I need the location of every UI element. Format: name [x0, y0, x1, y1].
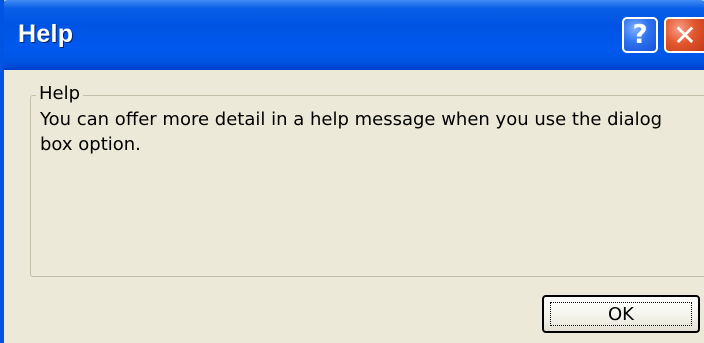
close-button[interactable]: ✕	[664, 17, 704, 53]
help-message: You can offer more detail in a help mess…	[40, 109, 663, 155]
group-box-label: Help	[36, 83, 84, 104]
close-icon: ✕	[673, 18, 697, 52]
title-bar[interactable]: Help ? ✕	[4, 0, 704, 70]
ok-button[interactable]: OK	[542, 295, 700, 333]
ok-button-label: OK	[608, 303, 634, 325]
dialog-title: Help	[18, 20, 74, 48]
help-dialog: Help ? ✕ Help You can offer more detail …	[0, 0, 704, 343]
help-button[interactable]: ?	[622, 17, 658, 53]
question-mark-icon: ?	[632, 20, 648, 50]
